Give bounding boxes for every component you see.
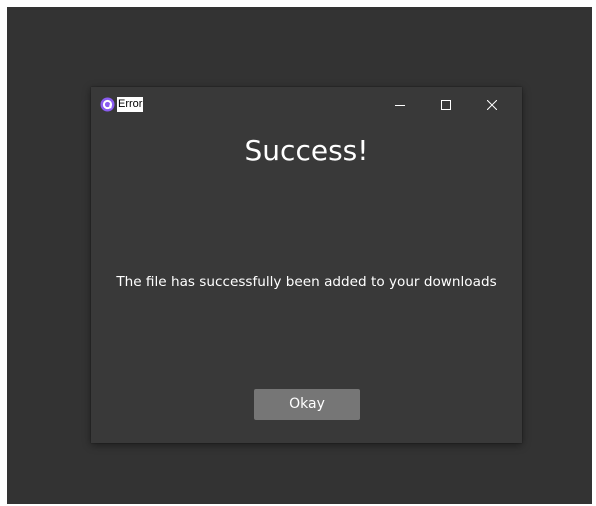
minimize-button[interactable]: [377, 87, 423, 121]
close-button[interactable]: [469, 87, 515, 121]
minimize-icon: [395, 95, 405, 114]
close-icon: [486, 95, 498, 114]
title-bar[interactable]: Error: [91, 87, 522, 121]
app-logo-icon: [100, 97, 115, 112]
maximize-icon: [441, 95, 451, 114]
window-title: Error: [117, 97, 144, 112]
success-heading: Success!: [244, 134, 369, 167]
okay-button[interactable]: Okay: [254, 389, 360, 420]
success-message: The file has successfully been added to …: [116, 274, 497, 290]
maximize-button[interactable]: [423, 87, 469, 121]
success-dialog-window: Error Success! The file has successfully…: [91, 87, 522, 443]
desktop-background: Error Success! The file has successfully…: [7, 7, 592, 504]
